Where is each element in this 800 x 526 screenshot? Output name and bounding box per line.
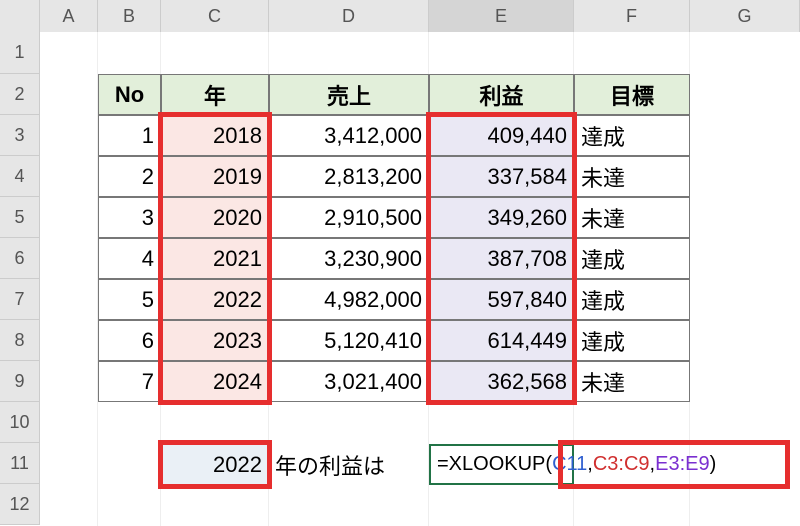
- table-row: 2 2019 2,813,200 337,584 未達: [40, 156, 800, 197]
- lookup-row: 2022 年の利益は =XLOOKUP(C11,C3:C9,E3:E9): [40, 444, 800, 485]
- header-target[interactable]: 目標: [574, 74, 690, 115]
- row-header-1[interactable]: 1: [0, 32, 39, 74]
- cell-sales[interactable]: 2,910,500: [269, 197, 429, 238]
- col-header-b[interactable]: B: [98, 0, 161, 32]
- row-header-11[interactable]: 11: [0, 443, 39, 484]
- cell-no[interactable]: 1: [98, 115, 161, 156]
- cell-year[interactable]: 2020: [161, 197, 269, 238]
- table-row: 3 2020 2,910,500 349,260 未達: [40, 197, 800, 238]
- cell-sales[interactable]: 2,813,200: [269, 156, 429, 197]
- spreadsheet: A B C D E F G 1 2 3 4 5 6 7 8 9 10 11 12…: [0, 0, 800, 526]
- row-header-9[interactable]: 9: [0, 361, 39, 402]
- cell-target[interactable]: 未達: [574, 156, 690, 197]
- col-header-f[interactable]: F: [574, 0, 690, 32]
- cell-profit[interactable]: 349,260: [429, 197, 574, 238]
- cell-year[interactable]: 2023: [161, 320, 269, 361]
- row-header-2[interactable]: 2: [0, 74, 39, 115]
- col-header-c[interactable]: C: [161, 0, 269, 32]
- cell-e11-formula[interactable]: =XLOOKUP(C11,C3:C9,E3:E9): [429, 444, 574, 485]
- header-sales[interactable]: 売上: [269, 74, 429, 115]
- cell-no[interactable]: 3: [98, 197, 161, 238]
- cell-year[interactable]: 2021: [161, 238, 269, 279]
- formula-close: ): [710, 453, 717, 476]
- row-headers: 1 2 3 4 5 6 7 8 9 10 11 12: [0, 32, 40, 525]
- row-header-3[interactable]: 3: [0, 115, 39, 156]
- table-header-row: No 年 売上 利益 目標: [40, 74, 800, 115]
- cell-d11-label[interactable]: 年の利益は: [269, 444, 429, 485]
- cell-sales[interactable]: 3,230,900: [269, 238, 429, 279]
- row-header-12[interactable]: 12: [0, 484, 39, 525]
- row-header-6[interactable]: 6: [0, 238, 39, 279]
- formula-arg3: E3:E9: [655, 453, 709, 476]
- cell-profit[interactable]: 597,840: [429, 279, 574, 320]
- formula-func: =XLOOKUP: [437, 453, 545, 476]
- select-all-corner[interactable]: [0, 0, 40, 32]
- cell-profit[interactable]: 337,584: [429, 156, 574, 197]
- table-row: 6 2023 5,120,410 614,449 達成: [40, 320, 800, 361]
- cell-sales[interactable]: 4,982,000: [269, 279, 429, 320]
- col-header-a[interactable]: A: [40, 0, 98, 32]
- cell-profit[interactable]: 387,708: [429, 238, 574, 279]
- cell-target[interactable]: 達成: [574, 320, 690, 361]
- cell-no[interactable]: 7: [98, 361, 161, 402]
- cell-no[interactable]: 5: [98, 279, 161, 320]
- row-header-5[interactable]: 5: [0, 197, 39, 238]
- cell-no[interactable]: 2: [98, 156, 161, 197]
- cell-target[interactable]: 達成: [574, 238, 690, 279]
- cell-c11[interactable]: 2022: [161, 444, 269, 485]
- cell-sales[interactable]: 5,120,410: [269, 320, 429, 361]
- row-header-4[interactable]: 4: [0, 156, 39, 197]
- column-headers: A B C D E F G: [0, 0, 800, 32]
- cell-target[interactable]: 達成: [574, 279, 690, 320]
- cell-sales[interactable]: 3,412,000: [269, 115, 429, 156]
- grid: No 年 売上 利益 目標 1 2018 3,412,000 409,440 達…: [40, 32, 800, 526]
- table-row: 1 2018 3,412,000 409,440 達成: [40, 115, 800, 156]
- cell-profit[interactable]: 614,449: [429, 320, 574, 361]
- table-row: 4 2021 3,230,900 387,708 達成: [40, 238, 800, 279]
- row-header-7[interactable]: 7: [0, 279, 39, 320]
- formula-arg2: C3:C9: [593, 453, 650, 476]
- header-year[interactable]: 年: [161, 74, 269, 115]
- col-header-e[interactable]: E: [429, 0, 574, 32]
- cell-year[interactable]: 2019: [161, 156, 269, 197]
- row-header-8[interactable]: 8: [0, 320, 39, 361]
- cell-no[interactable]: 6: [98, 320, 161, 361]
- header-no[interactable]: No: [98, 74, 161, 115]
- cell-year[interactable]: 2024: [161, 361, 269, 402]
- row-header-10[interactable]: 10: [0, 402, 39, 443]
- cell-no[interactable]: 4: [98, 238, 161, 279]
- header-profit[interactable]: 利益: [429, 74, 574, 115]
- col-header-g[interactable]: G: [690, 0, 800, 32]
- cell-year[interactable]: 2018: [161, 115, 269, 156]
- cell-target[interactable]: 未達: [574, 361, 690, 402]
- table-row: 7 2024 3,021,400 362,568 未達: [40, 361, 800, 402]
- formula-open: (: [545, 453, 552, 476]
- cell-year[interactable]: 2022: [161, 279, 269, 320]
- cell-target[interactable]: 達成: [574, 115, 690, 156]
- cell-sales[interactable]: 3,021,400: [269, 361, 429, 402]
- table-row: 5 2022 4,982,000 597,840 達成: [40, 279, 800, 320]
- cell-profit[interactable]: 409,440: [429, 115, 574, 156]
- cell-target[interactable]: 未達: [574, 197, 690, 238]
- col-header-d[interactable]: D: [269, 0, 429, 32]
- formula-arg1: C11: [552, 453, 587, 476]
- cell-profit[interactable]: 362,568: [429, 361, 574, 402]
